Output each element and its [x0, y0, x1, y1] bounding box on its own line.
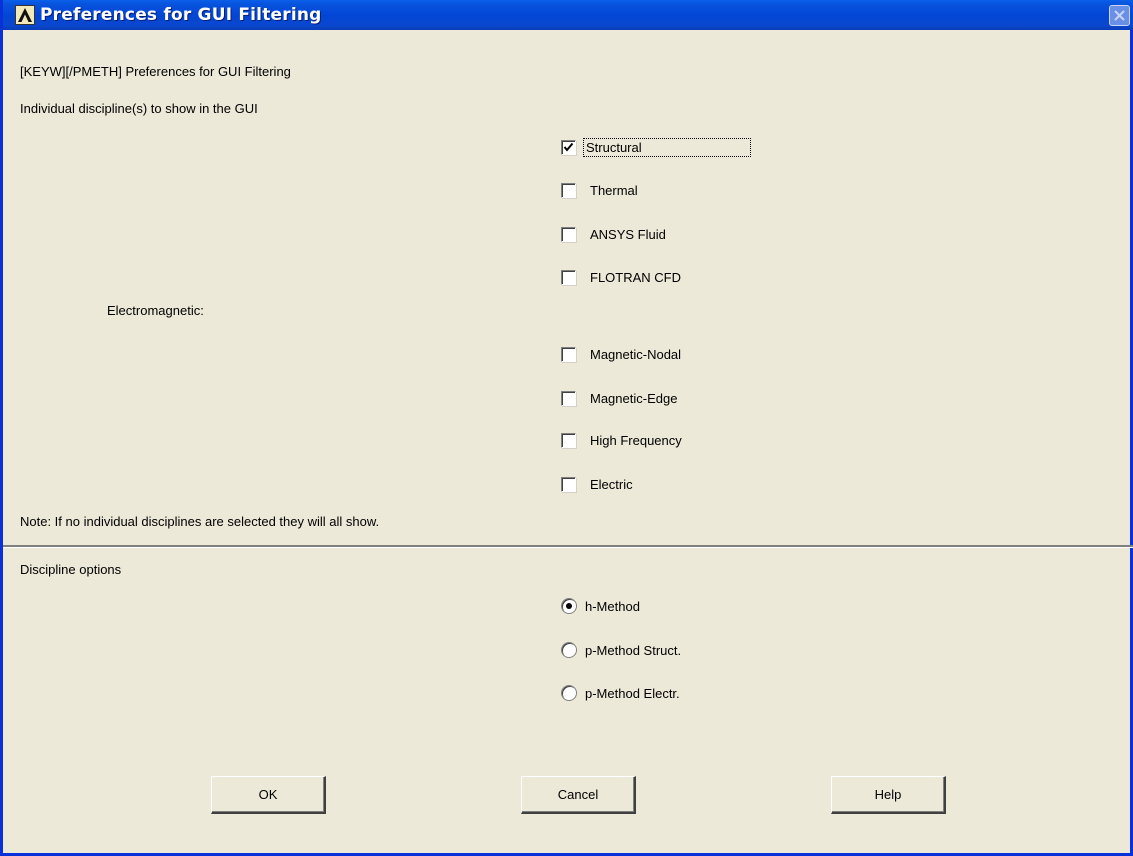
p-method-struct-option[interactable]: p-Method Struct.	[561, 640, 681, 660]
command-label: [KEYW][/PMETH] Preferences for GUI Filte…	[20, 64, 291, 79]
structural-checkbox[interactable]	[561, 139, 576, 155]
thermal-label: Thermal	[590, 182, 638, 198]
checkmark-icon	[563, 142, 574, 152]
disciplines-label: Individual discipline(s) to show in the …	[20, 101, 258, 116]
h-method-label: h-Method	[585, 598, 640, 614]
window-title: Preferences for GUI Filtering	[40, 5, 322, 25]
p-method-electr-option[interactable]: p-Method Electr.	[561, 683, 680, 703]
p-method-struct-radio[interactable]	[561, 642, 577, 658]
high-frequency-checkbox[interactable]	[561, 432, 576, 448]
high-frequency-label: High Frequency	[590, 432, 682, 448]
h-method-option[interactable]: h-Method	[561, 596, 640, 616]
structural-option[interactable]: Structural	[561, 137, 751, 157]
help-button[interactable]: Help	[831, 776, 946, 814]
h-method-radio[interactable]	[561, 598, 577, 614]
magnetic-nodal-checkbox[interactable]	[561, 346, 576, 362]
close-button[interactable]	[1109, 5, 1130, 26]
ansys-fluid-label: ANSYS Fluid	[590, 226, 666, 242]
ansys-fluid-checkbox[interactable]	[561, 226, 576, 242]
magnetic-nodal-label: Magnetic-Nodal	[590, 346, 682, 362]
flotran-cfd-checkbox[interactable]	[561, 269, 576, 285]
magnetic-nodal-option[interactable]: Magnetic-Nodal	[561, 344, 683, 364]
ansys-logo-icon	[15, 5, 35, 25]
flotran-cfd-option[interactable]: FLOTRAN CFD	[561, 267, 683, 287]
thermal-option[interactable]: Thermal	[561, 180, 640, 200]
ansys-fluid-option[interactable]: ANSYS Fluid	[561, 224, 668, 244]
electromagnetic-label: Electromagnetic:	[107, 303, 204, 318]
section-divider	[3, 545, 1133, 548]
radio-dot-icon	[566, 603, 572, 609]
electric-label: Electric	[590, 476, 633, 492]
note-text: Note: If no individual disciplines are s…	[20, 514, 380, 529]
structural-label: Structural	[583, 137, 751, 157]
high-frequency-option[interactable]: High Frequency	[561, 430, 684, 450]
electric-option[interactable]: Electric	[561, 474, 635, 494]
thermal-checkbox[interactable]	[561, 182, 576, 198]
flotran-cfd-label: FLOTRAN CFD	[590, 269, 681, 285]
magnetic-edge-checkbox[interactable]	[561, 390, 576, 406]
magnetic-edge-label: Magnetic-Edge	[590, 390, 678, 406]
ok-button[interactable]: OK	[211, 776, 326, 814]
p-method-struct-label: p-Method Struct.	[585, 642, 682, 658]
discipline-options-label: Discipline options	[20, 562, 122, 577]
p-method-electr-radio[interactable]	[561, 685, 577, 701]
electric-checkbox[interactable]	[561, 476, 576, 492]
p-method-electr-label: p-Method Electr.	[585, 685, 680, 701]
cancel-button[interactable]: Cancel	[521, 776, 636, 814]
title-bar[interactable]: Preferences for GUI Filtering	[3, 0, 1133, 30]
close-icon	[1114, 10, 1125, 21]
magnetic-edge-option[interactable]: Magnetic-Edge	[561, 388, 679, 408]
dialog-window: Preferences for GUI Filtering [KEYW][/PM…	[0, 0, 1133, 856]
